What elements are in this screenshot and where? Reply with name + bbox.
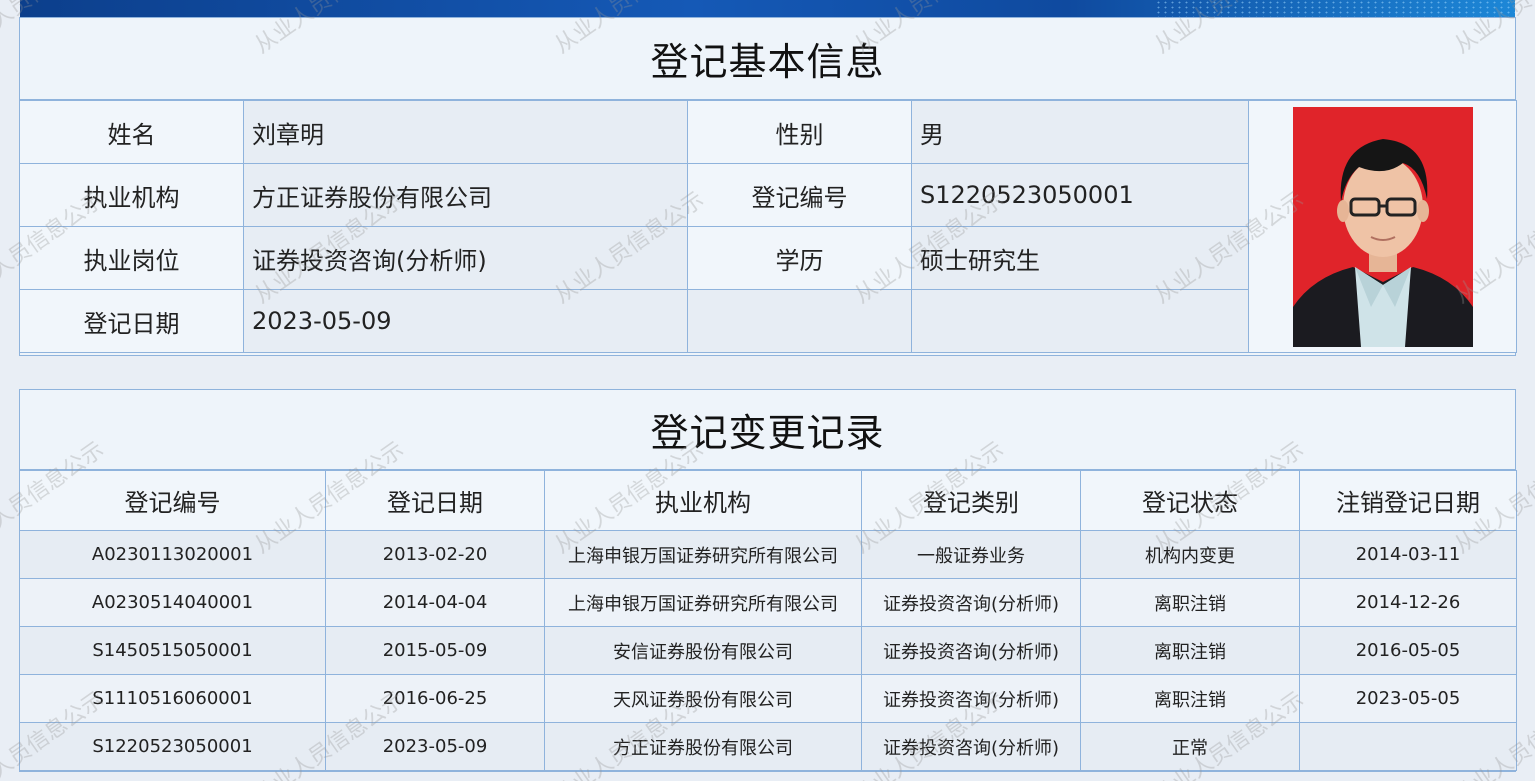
label-reg-number: 登记编号 xyxy=(687,163,912,227)
value-reg-number: S1220523050001 xyxy=(911,163,1249,227)
cell-cancel-date: 2016-05-05 xyxy=(1299,626,1517,675)
header-org: 执业机构 xyxy=(544,470,862,531)
cell-reg-status: 机构内变更 xyxy=(1080,530,1300,579)
label-org: 执业机构 xyxy=(19,163,244,227)
basic-row-name: 姓名 刘章明 性别 男 xyxy=(19,100,1517,353)
cell-reg-date: 2016-06-25 xyxy=(325,674,545,723)
cell-cancel-date: 2014-12-26 xyxy=(1299,578,1517,627)
change-records-panel: 登记变更记录 登记编号 登记日期 执业机构 登记类别 登记状态 注销登记日期 A… xyxy=(19,389,1517,772)
cell-cancel-date xyxy=(1299,722,1517,771)
basic-info-title: 登记基本信息 xyxy=(20,18,1515,100)
cell-org: 上海申银万国证券研究所有限公司 xyxy=(544,578,862,627)
cell-org: 方正证券股份有限公司 xyxy=(544,722,862,771)
label-reg-date: 登记日期 xyxy=(19,289,244,353)
cell-reg-number: S1110516060001 xyxy=(19,674,326,723)
label-gender: 性别 xyxy=(687,100,912,164)
header-reg-type: 登记类别 xyxy=(861,470,1081,531)
cell-reg-number: A0230113020001 xyxy=(19,530,326,579)
cell-reg-status: 离职注销 xyxy=(1080,626,1300,675)
cell-reg-number: S1220523050001 xyxy=(19,722,326,771)
cell-reg-type: 证券投资咨询(分析师) xyxy=(861,722,1081,771)
cell-reg-number: S1450515050001 xyxy=(19,626,326,675)
photo-cell xyxy=(1248,100,1517,353)
value-position: 证券投资咨询(分析师) xyxy=(243,226,688,290)
cell-reg-type: 证券投资咨询(分析师) xyxy=(861,578,1081,627)
table-header-row: 登记编号 登记日期 执业机构 登记类别 登记状态 注销登记日期 xyxy=(19,470,1517,531)
empty-cell xyxy=(911,289,1249,353)
cell-reg-type: 证券投资咨询(分析师) xyxy=(861,674,1081,723)
cell-cancel-date: 2014-03-11 xyxy=(1299,530,1517,579)
value-name: 刘章明 xyxy=(243,100,688,164)
table-row: A0230113020001 2013-02-20 上海申银万国证券研究所有限公… xyxy=(19,530,1517,579)
change-records-table: 登记编号 登记日期 执业机构 登记类别 登记状态 注销登记日期 A0230113… xyxy=(19,470,1517,771)
cell-reg-number: A0230514040001 xyxy=(19,578,326,627)
value-gender: 男 xyxy=(911,100,1249,164)
header-reg-status: 登记状态 xyxy=(1080,470,1300,531)
empty-cell xyxy=(687,289,912,353)
label-position: 执业岗位 xyxy=(19,226,244,290)
cell-cancel-date: 2023-05-05 xyxy=(1299,674,1517,723)
basic-info-panel: 登记基本信息 姓名 刘章明 性别 男 执业机构 方正证券股份有限公司 登记编号 … xyxy=(19,17,1517,356)
cell-org: 上海申银万国证券研究所有限公司 xyxy=(544,530,862,579)
header-reg-date: 登记日期 xyxy=(325,470,545,531)
cell-reg-status: 正常 xyxy=(1080,722,1300,771)
top-banner xyxy=(20,0,1515,17)
header-cancel-date: 注销登记日期 xyxy=(1299,470,1517,531)
value-org: 方正证券股份有限公司 xyxy=(243,163,688,227)
label-name: 姓名 xyxy=(19,100,244,164)
cell-reg-type: 证券投资咨询(分析师) xyxy=(861,626,1081,675)
cell-org: 天风证券股份有限公司 xyxy=(544,674,862,723)
person-photo xyxy=(1292,106,1473,347)
cell-reg-date: 2023-05-09 xyxy=(325,722,545,771)
header-reg-number: 登记编号 xyxy=(19,470,326,531)
basic-info-table: 姓名 刘章明 性别 男 执业机构 方正证券股份有限公司 登记编号 S122052… xyxy=(19,100,1517,353)
table-row: S1220523050001 2023-05-09 方正证券股份有限公司 证券投… xyxy=(19,722,1517,771)
table-row: A0230514040001 2014-04-04 上海申银万国证券研究所有限公… xyxy=(19,578,1517,627)
label-education: 学历 xyxy=(687,226,912,290)
table-row: S1110516060001 2016-06-25 天风证券股份有限公司 证券投… xyxy=(19,674,1517,723)
cell-reg-date: 2015-05-09 xyxy=(325,626,545,675)
value-reg-date: 2023-05-09 xyxy=(243,289,688,353)
cell-org: 安信证券股份有限公司 xyxy=(544,626,862,675)
cell-reg-status: 离职注销 xyxy=(1080,578,1300,627)
cell-reg-status: 离职注销 xyxy=(1080,674,1300,723)
cell-reg-date: 2014-04-04 xyxy=(325,578,545,627)
change-records-title: 登记变更记录 xyxy=(20,390,1515,470)
value-education: 硕士研究生 xyxy=(911,226,1249,290)
cell-reg-date: 2013-02-20 xyxy=(325,530,545,579)
table-row: S1450515050001 2015-05-09 安信证券股份有限公司 证券投… xyxy=(19,626,1517,675)
cell-reg-type: 一般证券业务 xyxy=(861,530,1081,579)
